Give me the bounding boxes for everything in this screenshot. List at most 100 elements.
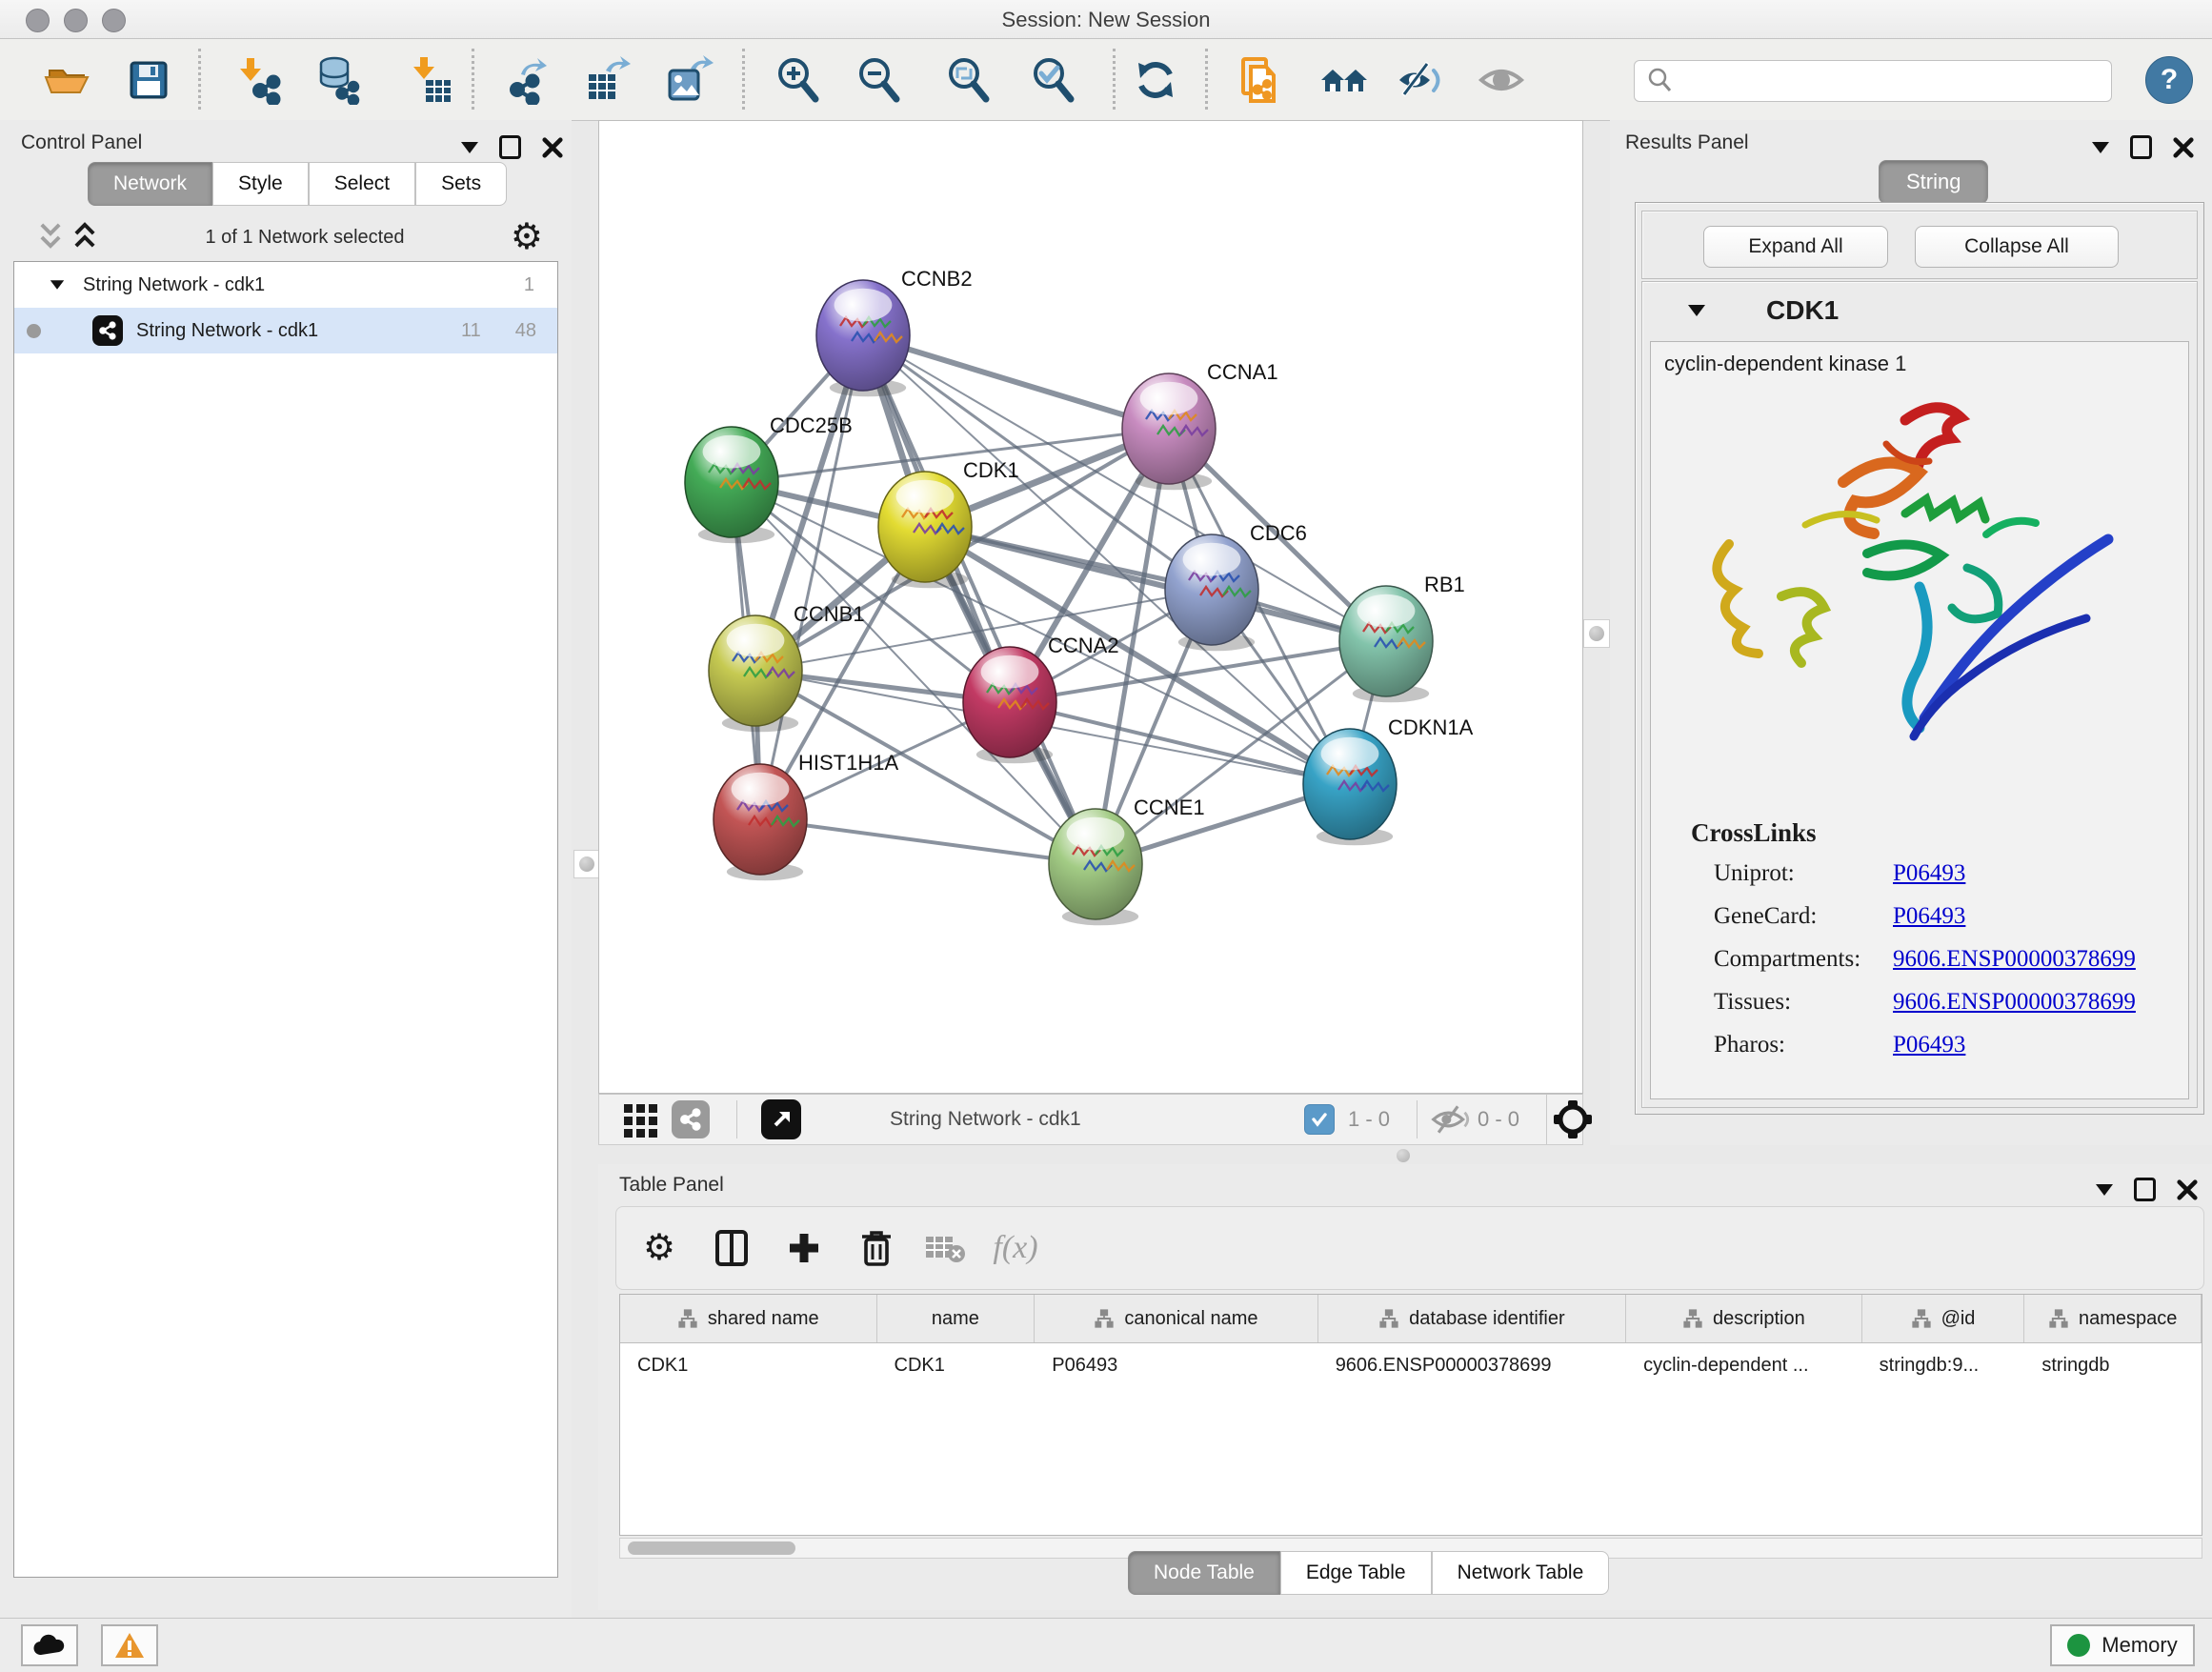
tab-select[interactable]: Select bbox=[309, 162, 415, 206]
network-edge[interactable] bbox=[760, 819, 1096, 864]
network-node-CCNB1[interactable]: CCNB1 bbox=[709, 602, 865, 732]
crosslink-link[interactable]: P06493 bbox=[1893, 903, 1965, 930]
string-view-icon[interactable] bbox=[672, 1095, 710, 1144]
table-cell[interactable]: CDK1 bbox=[877, 1343, 1036, 1387]
zoom-in-button[interactable] bbox=[773, 54, 824, 106]
network-node-CDC25B[interactable]: CDC25B bbox=[685, 413, 853, 543]
table-cell[interactable]: stringdb bbox=[2024, 1343, 2202, 1387]
close-panel-icon[interactable] bbox=[2173, 137, 2194, 158]
table-cell[interactable]: CDK1 bbox=[620, 1343, 877, 1387]
close-panel-icon[interactable] bbox=[542, 137, 563, 158]
panel-menu-icon[interactable] bbox=[2096, 1184, 2113, 1196]
tab-edge-table[interactable]: Edge Table bbox=[1280, 1551, 1432, 1595]
network-edge[interactable] bbox=[863, 335, 1096, 864]
show-all-button[interactable] bbox=[1476, 54, 1527, 106]
network-node-CCNA1[interactable]: CCNA1 bbox=[1122, 360, 1278, 490]
horizontal-splitter-handle[interactable] bbox=[1397, 1149, 1410, 1162]
table-cell[interactable]: 9606.ENSP00000378699 bbox=[1318, 1343, 1626, 1387]
hide-selected-button[interactable] bbox=[1395, 54, 1446, 106]
delete-column-trash-icon[interactable] bbox=[851, 1222, 902, 1274]
network-node-CDC6[interactable]: CDC6 bbox=[1165, 521, 1307, 651]
table-cell[interactable]: P06493 bbox=[1035, 1343, 1317, 1387]
network-canvas[interactable]: CCNB2CCNA1CDC25BCDK1CDC6RB1CCNB1CCNA2CDK… bbox=[598, 120, 1583, 1094]
network-edge[interactable] bbox=[760, 335, 863, 819]
node-table[interactable]: shared namenamecanonical namedatabase id… bbox=[619, 1294, 2202, 1536]
create-column-icon[interactable] bbox=[778, 1222, 830, 1274]
panel-menu-icon[interactable] bbox=[461, 142, 478, 153]
float-panel-icon[interactable] bbox=[2134, 1178, 2156, 1201]
table-cell[interactable]: cyclin-dependent ... bbox=[1626, 1343, 1862, 1387]
panel-menu-icon[interactable] bbox=[2092, 142, 2109, 153]
results-panel-title: Results Panel bbox=[1625, 131, 1749, 154]
protein-section-header[interactable]: CDK1 bbox=[1642, 282, 2197, 339]
import-table-button[interactable] bbox=[406, 54, 457, 106]
results-tab-string[interactable]: String bbox=[1879, 160, 1988, 204]
crosslink-link[interactable]: P06493 bbox=[1893, 1032, 1965, 1058]
left-splitter-handle[interactable] bbox=[573, 850, 600, 878]
table-options-gear-icon[interactable]: ⚙ bbox=[633, 1222, 685, 1274]
column-header--id[interactable]: @id bbox=[1862, 1295, 2025, 1342]
collapse-all-button[interactable]: Collapse All bbox=[1915, 226, 2119, 268]
memory-button[interactable]: Memory bbox=[2050, 1624, 2195, 1666]
import-string-network-button[interactable] bbox=[1235, 54, 1286, 106]
tab-network[interactable]: Network bbox=[88, 162, 212, 206]
export-image-button[interactable] bbox=[663, 54, 714, 106]
zoom-out-button[interactable] bbox=[854, 54, 905, 106]
network-row-selected[interactable]: String Network - cdk1 11 48 bbox=[14, 308, 557, 353]
column-header-namespace[interactable]: namespace bbox=[2024, 1295, 2202, 1342]
network-node-RB1[interactable]: RB1 bbox=[1339, 573, 1465, 702]
network-edge[interactable] bbox=[925, 527, 1386, 641]
warnings-button[interactable] bbox=[101, 1624, 158, 1666]
zoom-fit-button[interactable] bbox=[943, 54, 995, 106]
cloud-button[interactable] bbox=[21, 1624, 78, 1666]
right-splitter-handle[interactable] bbox=[1583, 619, 1610, 648]
collapse-tree-icon[interactable] bbox=[50, 280, 64, 290]
import-network-database-button[interactable] bbox=[312, 54, 364, 106]
float-panel-icon[interactable] bbox=[499, 135, 521, 159]
column-header-description[interactable]: description bbox=[1626, 1295, 1862, 1342]
expand-all-networks-icon[interactable] bbox=[36, 221, 65, 253]
collapse-section-icon[interactable] bbox=[1688, 305, 1705, 316]
crosslink-link[interactable]: 9606.ENSP00000378699 bbox=[1893, 946, 2136, 973]
network-collection-row[interactable]: String Network - cdk1 1 bbox=[14, 262, 557, 308]
birds-eye-view-icon[interactable] bbox=[1552, 1095, 1594, 1144]
column-header-name[interactable]: name bbox=[877, 1295, 1036, 1342]
tab-node-table[interactable]: Node Table bbox=[1128, 1551, 1280, 1595]
scrollbar-thumb[interactable] bbox=[628, 1541, 795, 1555]
open-session-button[interactable] bbox=[42, 54, 93, 106]
show-columns-icon[interactable] bbox=[706, 1222, 757, 1274]
zoom-selected-button[interactable] bbox=[1028, 54, 1079, 106]
selected-nodes-checkbox[interactable] bbox=[1304, 1095, 1335, 1144]
network-node-CCNB2[interactable]: CCNB2 bbox=[816, 267, 973, 396]
crosslink-link[interactable]: 9606.ENSP00000378699 bbox=[1893, 989, 2136, 1016]
table-row[interactable]: CDK1CDK1P064939606.ENSP00000378699cyclin… bbox=[620, 1343, 2202, 1387]
search-input[interactable] bbox=[1677, 70, 2111, 93]
collapse-all-networks-icon[interactable] bbox=[70, 221, 99, 253]
close-panel-icon[interactable] bbox=[2177, 1179, 2198, 1200]
float-panel-icon[interactable] bbox=[2130, 135, 2152, 159]
import-network-button[interactable] bbox=[232, 54, 284, 106]
column-header-shared-name[interactable]: shared name bbox=[620, 1295, 877, 1342]
help-button[interactable]: ? bbox=[2145, 56, 2193, 104]
save-session-button[interactable] bbox=[123, 54, 174, 106]
refresh-network-button[interactable] bbox=[1130, 54, 1181, 106]
network-options-gear-icon[interactable]: ⚙ bbox=[511, 219, 543, 255]
crosslink-label: Tissues: bbox=[1714, 989, 1893, 1016]
network-node-HIST1H1A[interactable]: HIST1H1A bbox=[714, 751, 898, 880]
grid-view-icon[interactable] bbox=[622, 1095, 660, 1144]
column-tree-icon bbox=[1911, 1308, 1932, 1329]
crosslink-link[interactable]: P06493 bbox=[1893, 860, 1965, 887]
detach-view-icon[interactable] bbox=[761, 1095, 801, 1144]
network-node-CDKN1A[interactable]: CDKN1A bbox=[1303, 715, 1474, 845]
export-table-button[interactable] bbox=[582, 54, 633, 106]
tab-style[interactable]: Style bbox=[212, 162, 309, 206]
column-header-database-identifier[interactable]: database identifier bbox=[1318, 1295, 1626, 1342]
home-button[interactable] bbox=[1318, 54, 1370, 106]
expand-all-button[interactable]: Expand All bbox=[1703, 226, 1888, 268]
search-field[interactable] bbox=[1634, 60, 2112, 102]
column-header-canonical-name[interactable]: canonical name bbox=[1035, 1295, 1317, 1342]
export-network-button[interactable] bbox=[503, 54, 554, 106]
tab-network-table[interactable]: Network Table bbox=[1432, 1551, 1610, 1595]
tab-sets[interactable]: Sets bbox=[415, 162, 507, 206]
table-cell[interactable]: stringdb:9... bbox=[1862, 1343, 2025, 1387]
